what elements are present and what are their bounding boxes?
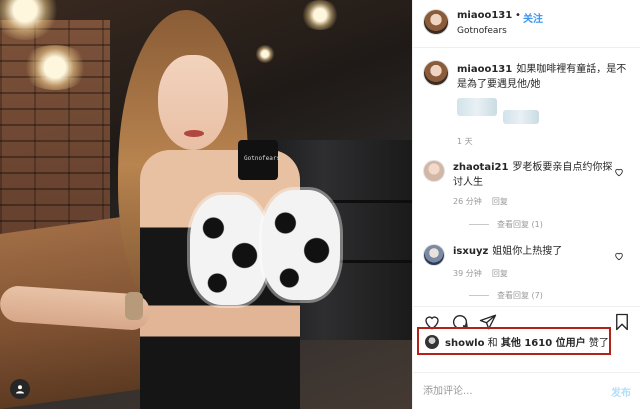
view-replies-button[interactable]: 查看回复 (7) [469,290,543,301]
comment: zhaotai21 罗老板要亲自点约你探讨人生 [453,160,613,190]
view-replies-label: 查看回复 (1) [497,220,543,229]
ceiling-light [255,45,275,63]
comment-time: 26 分钟 [453,197,482,206]
caption-avatar[interactable] [423,60,449,86]
comment-username[interactable]: zhaotai21 [453,162,508,173]
ceiling-light [300,0,340,30]
likes-count[interactable]: 其他 1610 位用户 [501,338,586,349]
mug-label: Gotnofears [244,155,281,162]
instagram-post: Gotnofears miaoo131 • 关注 Gotnofears miao… [0,0,640,409]
reply-line [469,224,489,225]
post-caption: miaoo131 如果咖啡裡有童話，是不是為了要遇見他/她 [457,62,635,92]
caption-username[interactable]: miaoo131 [457,64,512,75]
add-comment-bar: 发布 [413,372,640,409]
comment-username[interactable]: isxuyz [453,246,488,257]
liker-username[interactable]: showlo [445,338,484,349]
comment-text: 姐姐你上热搜了 [492,246,563,257]
view-replies-label: 查看回复 (7) [497,291,543,300]
comment-input[interactable] [423,382,593,400]
heart-icon[interactable] [614,251,624,261]
post-comment-button[interactable]: 发布 [611,384,631,399]
comment-meta: 39 分钟 回复 [453,268,508,279]
location-subtitle[interactable]: Gotnofears [457,26,507,36]
reply-button[interactable]: 回复 [492,197,508,206]
header-separator: • [515,10,521,21]
wristwatch [125,292,143,320]
comment-avatar[interactable] [423,160,445,182]
blurred-content [457,98,497,116]
user-tag-icon[interactable] [10,379,30,399]
post-side-panel: miaoo131 • 关注 Gotnofears miaoo131 如果咖啡裡有童… [412,0,640,409]
comment-meta: 26 分钟 回复 [453,196,508,207]
panda-plush-right [262,190,340,300]
likes-summary[interactable]: showlo 和 其他 1610 位用户 赞了 [417,327,611,355]
ceiling-light [20,45,90,90]
blurred-content [503,110,539,124]
bookmark-icon[interactable] [613,313,631,331]
post-header: miaoo131 • 关注 Gotnofears [413,0,640,48]
author-username[interactable]: miaoo131 [457,10,512,21]
likes-text: showlo 和 其他 1610 位用户 赞了 [445,334,609,349]
follow-button[interactable]: 关注 [523,10,543,25]
lips [184,130,204,137]
author-avatar[interactable] [423,9,449,35]
likes-connector: 和 [484,338,501,349]
view-replies-button[interactable]: 查看回复 (1) [469,219,543,230]
panda-plush-left [190,195,268,305]
reply-line [469,295,489,296]
post-photo[interactable]: Gotnofears [0,0,412,409]
heart-icon[interactable] [614,167,624,177]
likes-suffix: 赞了 [585,338,609,349]
liker-avatar[interactable] [425,335,439,349]
comment-time: 39 分钟 [453,269,482,278]
reply-button[interactable]: 回复 [492,269,508,278]
caption-timestamp: 1 天 [457,137,473,146]
comment-avatar[interactable] [423,244,445,266]
comment: isxuyz 姐姐你上热搜了 [453,244,613,259]
